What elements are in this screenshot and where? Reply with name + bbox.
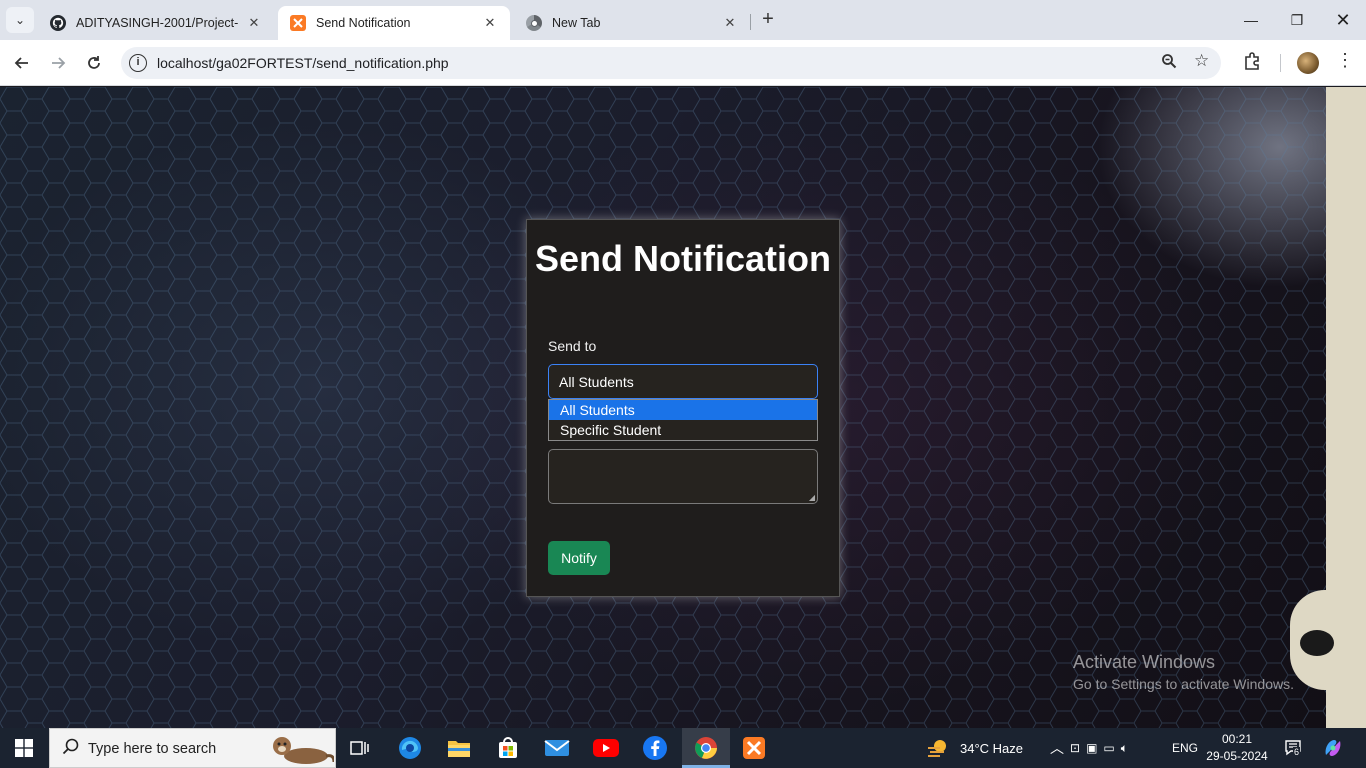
bookmark-star-icon[interactable]: ☆ <box>1194 51 1209 71</box>
search-icon <box>62 738 80 761</box>
tab-search-icon[interactable]: ⌄ <box>6 7 34 33</box>
send-to-select[interactable]: All Students <box>548 364 818 399</box>
file-explorer-icon[interactable] <box>445 734 473 762</box>
search-placeholder: Type here to search <box>88 741 217 757</box>
minimize-icon[interactable]: — <box>1228 0 1274 40</box>
language-indicator[interactable]: ENG <box>1172 728 1198 768</box>
copilot-icon[interactable] <box>1322 728 1344 768</box>
tab-title: Send Notification <box>316 16 411 30</box>
facebook-icon[interactable] <box>641 734 669 762</box>
close-tab-icon[interactable]: ✕ <box>246 15 262 31</box>
url-text[interactable]: localhost/ga02FORTEST/send_notification.… <box>157 55 449 71</box>
task-view-icon[interactable] <box>346 734 374 762</box>
profile-avatar[interactable] <box>1297 52 1319 74</box>
chevron-up-icon[interactable]: ︿ <box>1050 738 1064 758</box>
store-icon[interactable] <box>494 734 522 762</box>
clock[interactable]: 00:21 29-05-2024 <box>1202 731 1272 765</box>
tab-divider <box>750 14 751 30</box>
weather-widget[interactable]: 34°C Haze <box>926 728 1023 768</box>
github-icon <box>50 15 66 31</box>
reload-icon[interactable] <box>81 50 107 76</box>
toolbar-divider <box>1280 54 1281 72</box>
option-all-students[interactable]: All Students <box>549 400 817 420</box>
send-to-dropdown: All Students Specific Student <box>548 399 818 441</box>
language-text: ENG <box>1172 741 1199 755</box>
more-menu-icon[interactable]: ⋮ <box>1336 50 1354 71</box>
forward-icon[interactable] <box>45 50 71 76</box>
time-text: 00:21 <box>1221 732 1253 746</box>
address-bar[interactable]: i localhost/ga02FORTEST/send_notificatio… <box>121 47 1221 79</box>
side-decoration-dot <box>1300 630 1334 656</box>
youtube-icon[interactable] <box>592 734 620 762</box>
send-to-label: Send to <box>548 338 597 354</box>
camera-icon[interactable]: ▣ <box>1086 741 1097 755</box>
mail-icon[interactable] <box>543 734 571 762</box>
date-text: 29-05-2024 <box>1206 749 1268 763</box>
notification-form: Send Notification Send to All Students A… <box>526 219 840 597</box>
watermark-line1: Activate Windows <box>1073 652 1216 672</box>
taskbar-search[interactable]: Type here to search <box>49 728 336 768</box>
extensions-icon[interactable] <box>1243 52 1261 75</box>
xampp-icon <box>290 15 306 31</box>
option-specific-student[interactable]: Specific Student <box>549 420 817 440</box>
otter-illustration-icon <box>273 737 334 764</box>
windows-start-icon[interactable] <box>0 728 48 768</box>
close-window-icon[interactable]: ✕ <box>1320 0 1366 40</box>
watermark-line2: Go to Settings to activate Windows. <box>1073 676 1294 692</box>
tab-new-tab[interactable]: New Tab ✕ <box>514 6 750 40</box>
message-textarea[interactable]: ◢ <box>548 449 818 504</box>
meet-now-icon[interactable]: ⊡ <box>1070 741 1080 755</box>
close-tab-icon[interactable]: ✕ <box>722 15 738 31</box>
tab-strip: ⌄ ADITYASINGH-2001/Project-Ca ✕ Send Not… <box>0 0 1366 40</box>
close-tab-icon[interactable]: ✕ <box>482 15 498 31</box>
browser-toolbar: i localhost/ga02FORTEST/send_notificatio… <box>0 40 1366 86</box>
back-icon[interactable] <box>9 50 35 76</box>
selected-option: All Students <box>559 374 634 390</box>
site-info-icon[interactable]: i <box>129 54 147 72</box>
chrome-icon <box>526 15 542 31</box>
edge-icon[interactable] <box>396 734 424 762</box>
tab-github[interactable]: ADITYASINGH-2001/Project-Ca ✕ <box>38 6 274 40</box>
notifications-icon[interactable]: 6 <box>1284 728 1304 768</box>
chrome-taskbar-icon[interactable] <box>692 734 720 762</box>
tab-send-notification[interactable]: Send Notification ✕ <box>278 6 510 40</box>
resize-grip-icon[interactable]: ◢ <box>809 493 815 502</box>
page-title: Send Notification <box>535 238 831 279</box>
battery-icon[interactable]: ▭ <box>1103 741 1114 755</box>
xampp-taskbar-icon[interactable] <box>740 734 768 762</box>
tab-title: New Tab <box>552 16 601 30</box>
system-tray: ︿ ⊡ ▣ ▭ 🔈︎ <box>1050 728 1128 768</box>
volume-icon[interactable]: 🔈︎ <box>1121 741 1128 756</box>
notification-count: 6 <box>1293 747 1301 757</box>
zoom-icon[interactable] <box>1161 53 1177 73</box>
taskbar: Type here to search 34°C Haze ︿ ⊡ ▣ ▭ 🔈︎… <box>0 728 1366 768</box>
restore-icon[interactable]: ❐ <box>1274 0 1320 40</box>
notify-button[interactable]: Notify <box>548 541 610 575</box>
haze-icon <box>928 740 946 757</box>
activate-windows-watermark: Activate Windows Go to Settings to activ… <box>1073 652 1294 692</box>
tab-title: ADITYASINGH-2001/Project-Ca <box>76 16 238 30</box>
new-tab-button[interactable]: + <box>756 8 780 32</box>
weather-text: 34°C Haze <box>960 740 1024 756</box>
